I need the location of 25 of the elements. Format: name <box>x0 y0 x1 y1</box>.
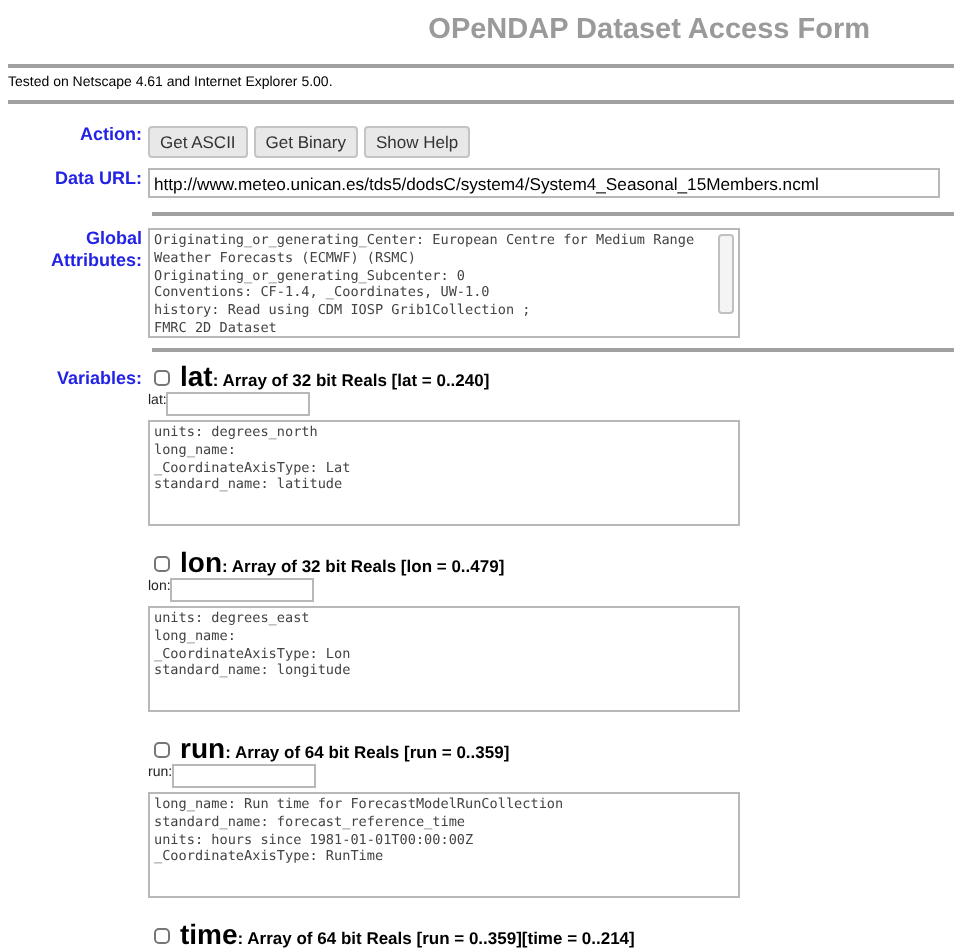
variable-checkbox[interactable] <box>154 928 170 944</box>
variable-checkbox[interactable] <box>154 370 170 386</box>
action-button[interactable]: Show Help <box>363 126 471 158</box>
action-label: Action: <box>80 124 142 148</box>
data-url-label: Data URL: <box>54 168 142 192</box>
action-button[interactable]: Get ASCII <box>148 126 248 158</box>
variable-checkbox[interactable] <box>154 556 170 572</box>
variable-name: lon <box>180 550 222 576</box>
variable-name: lat <box>180 364 213 390</box>
variable-name: run <box>180 736 226 762</box>
constraint-field[interactable] <box>166 391 311 415</box>
variable-checkbox[interactable] <box>154 742 170 758</box>
variable-description: : Array of 32 bit Reals [lon = 0..479] <box>222 558 505 576</box>
global-attributes-label: Global Attributes: <box>49 228 142 274</box>
variables-label: Variables: <box>56 368 142 390</box>
scrollbar[interactable] <box>718 234 734 314</box>
variable-description: : Array of 32 bit Reals [lat = 0..240] <box>212 372 490 390</box>
variable-description: : Array of 64 bit Reals [run = 0..359] <box>225 744 510 762</box>
page-title: OPeNDAP Dataset Access Form <box>428 12 870 51</box>
constraint-field[interactable] <box>172 763 317 787</box>
variable-description: : Array of 64 bit Reals [run = 0..359][time = 0..214] <box>237 930 635 948</box>
variable-name: time <box>180 922 238 948</box>
data-url-field[interactable]: http://www.meteo.unican.es/tds5/dodsC/system4/System4_Seasonal_15Members.ncml <box>148 168 940 198</box>
constraint-field[interactable] <box>170 577 315 601</box>
action-button[interactable]: Get Binary <box>253 126 358 158</box>
